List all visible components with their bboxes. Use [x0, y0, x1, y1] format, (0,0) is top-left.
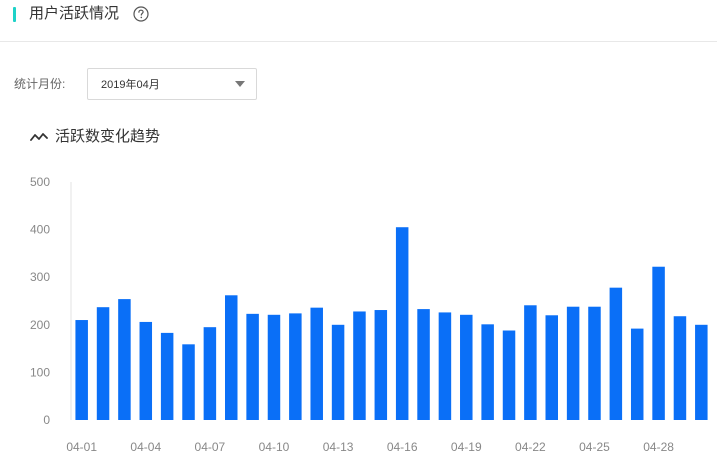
bar-04-03	[118, 299, 131, 420]
bar-04-20	[481, 324, 494, 420]
bar-04-05	[160, 332, 174, 420]
month-filter-label: 统计月份:	[14, 77, 66, 91]
x-tick-label: 04-01	[66, 440, 97, 454]
bar-04-30	[695, 324, 708, 420]
x-tick-label: 04-07	[195, 440, 226, 454]
bar-04-02	[96, 307, 110, 420]
bar-04-21	[502, 330, 516, 420]
caret-down-icon[interactable]	[235, 81, 245, 87]
bar-04-16	[395, 227, 409, 420]
section-header: 用户活跃情况	[0, 0, 717, 42]
bar-04-13	[331, 324, 345, 420]
month-select[interactable]: 2019年04月	[87, 68, 257, 100]
bar-04-28	[652, 266, 665, 420]
bar-04-07	[203, 327, 217, 420]
y-tick-label: 0	[43, 413, 50, 427]
x-tick-label: 04-19	[451, 440, 482, 454]
y-tick-label: 100	[30, 365, 50, 379]
bar-04-22	[524, 305, 537, 420]
x-tick-label: 04-25	[579, 440, 610, 454]
bar-04-12	[310, 307, 323, 420]
bar-04-27	[630, 328, 644, 420]
x-tick-label: 04-04	[130, 440, 161, 454]
bar-04-08	[225, 295, 238, 420]
y-tick-label: 300	[30, 270, 50, 284]
bar-04-01	[75, 320, 88, 420]
x-tick-label: 04-28	[643, 440, 674, 454]
bar-04-06	[182, 344, 195, 420]
bar-04-19	[460, 314, 473, 420]
bar-04-04	[139, 321, 153, 420]
x-tick-label: 04-13	[323, 440, 354, 454]
month-select-value: 2019年04月	[101, 79, 160, 91]
bar-04-18	[438, 312, 452, 420]
bar-04-10	[267, 314, 281, 420]
y-tick-label: 200	[30, 318, 50, 332]
title-accent-bar	[13, 7, 16, 22]
bar-04-29	[673, 316, 687, 420]
x-tick-label: 04-16	[387, 440, 418, 454]
bar-04-23	[545, 315, 558, 420]
bar-04-15	[374, 310, 388, 420]
bar-04-11	[289, 313, 302, 420]
y-tick-label: 400	[30, 223, 50, 237]
x-tick-label: 04-10	[259, 440, 290, 454]
trend-line-icon	[30, 133, 48, 141]
bar-04-24	[566, 306, 580, 420]
x-tick-label: 04-22	[515, 440, 546, 454]
bar-04-17	[417, 309, 430, 420]
section-title: 用户活跃情况	[29, 5, 120, 22]
chart-title: 活跃数变化趋势	[55, 128, 161, 145]
y-tick-label: 500	[30, 175, 50, 189]
bar-04-14	[353, 311, 366, 420]
bar-04-25	[588, 306, 601, 420]
bar-04-09	[246, 313, 259, 420]
bar-04-26	[609, 287, 623, 420]
question-circle-icon[interactable]	[133, 6, 149, 22]
active-users-bar-chart: 0 100 200 300 400 500 04-01 04-04 04-07 04-10 04-1…	[30, 175, 708, 454]
